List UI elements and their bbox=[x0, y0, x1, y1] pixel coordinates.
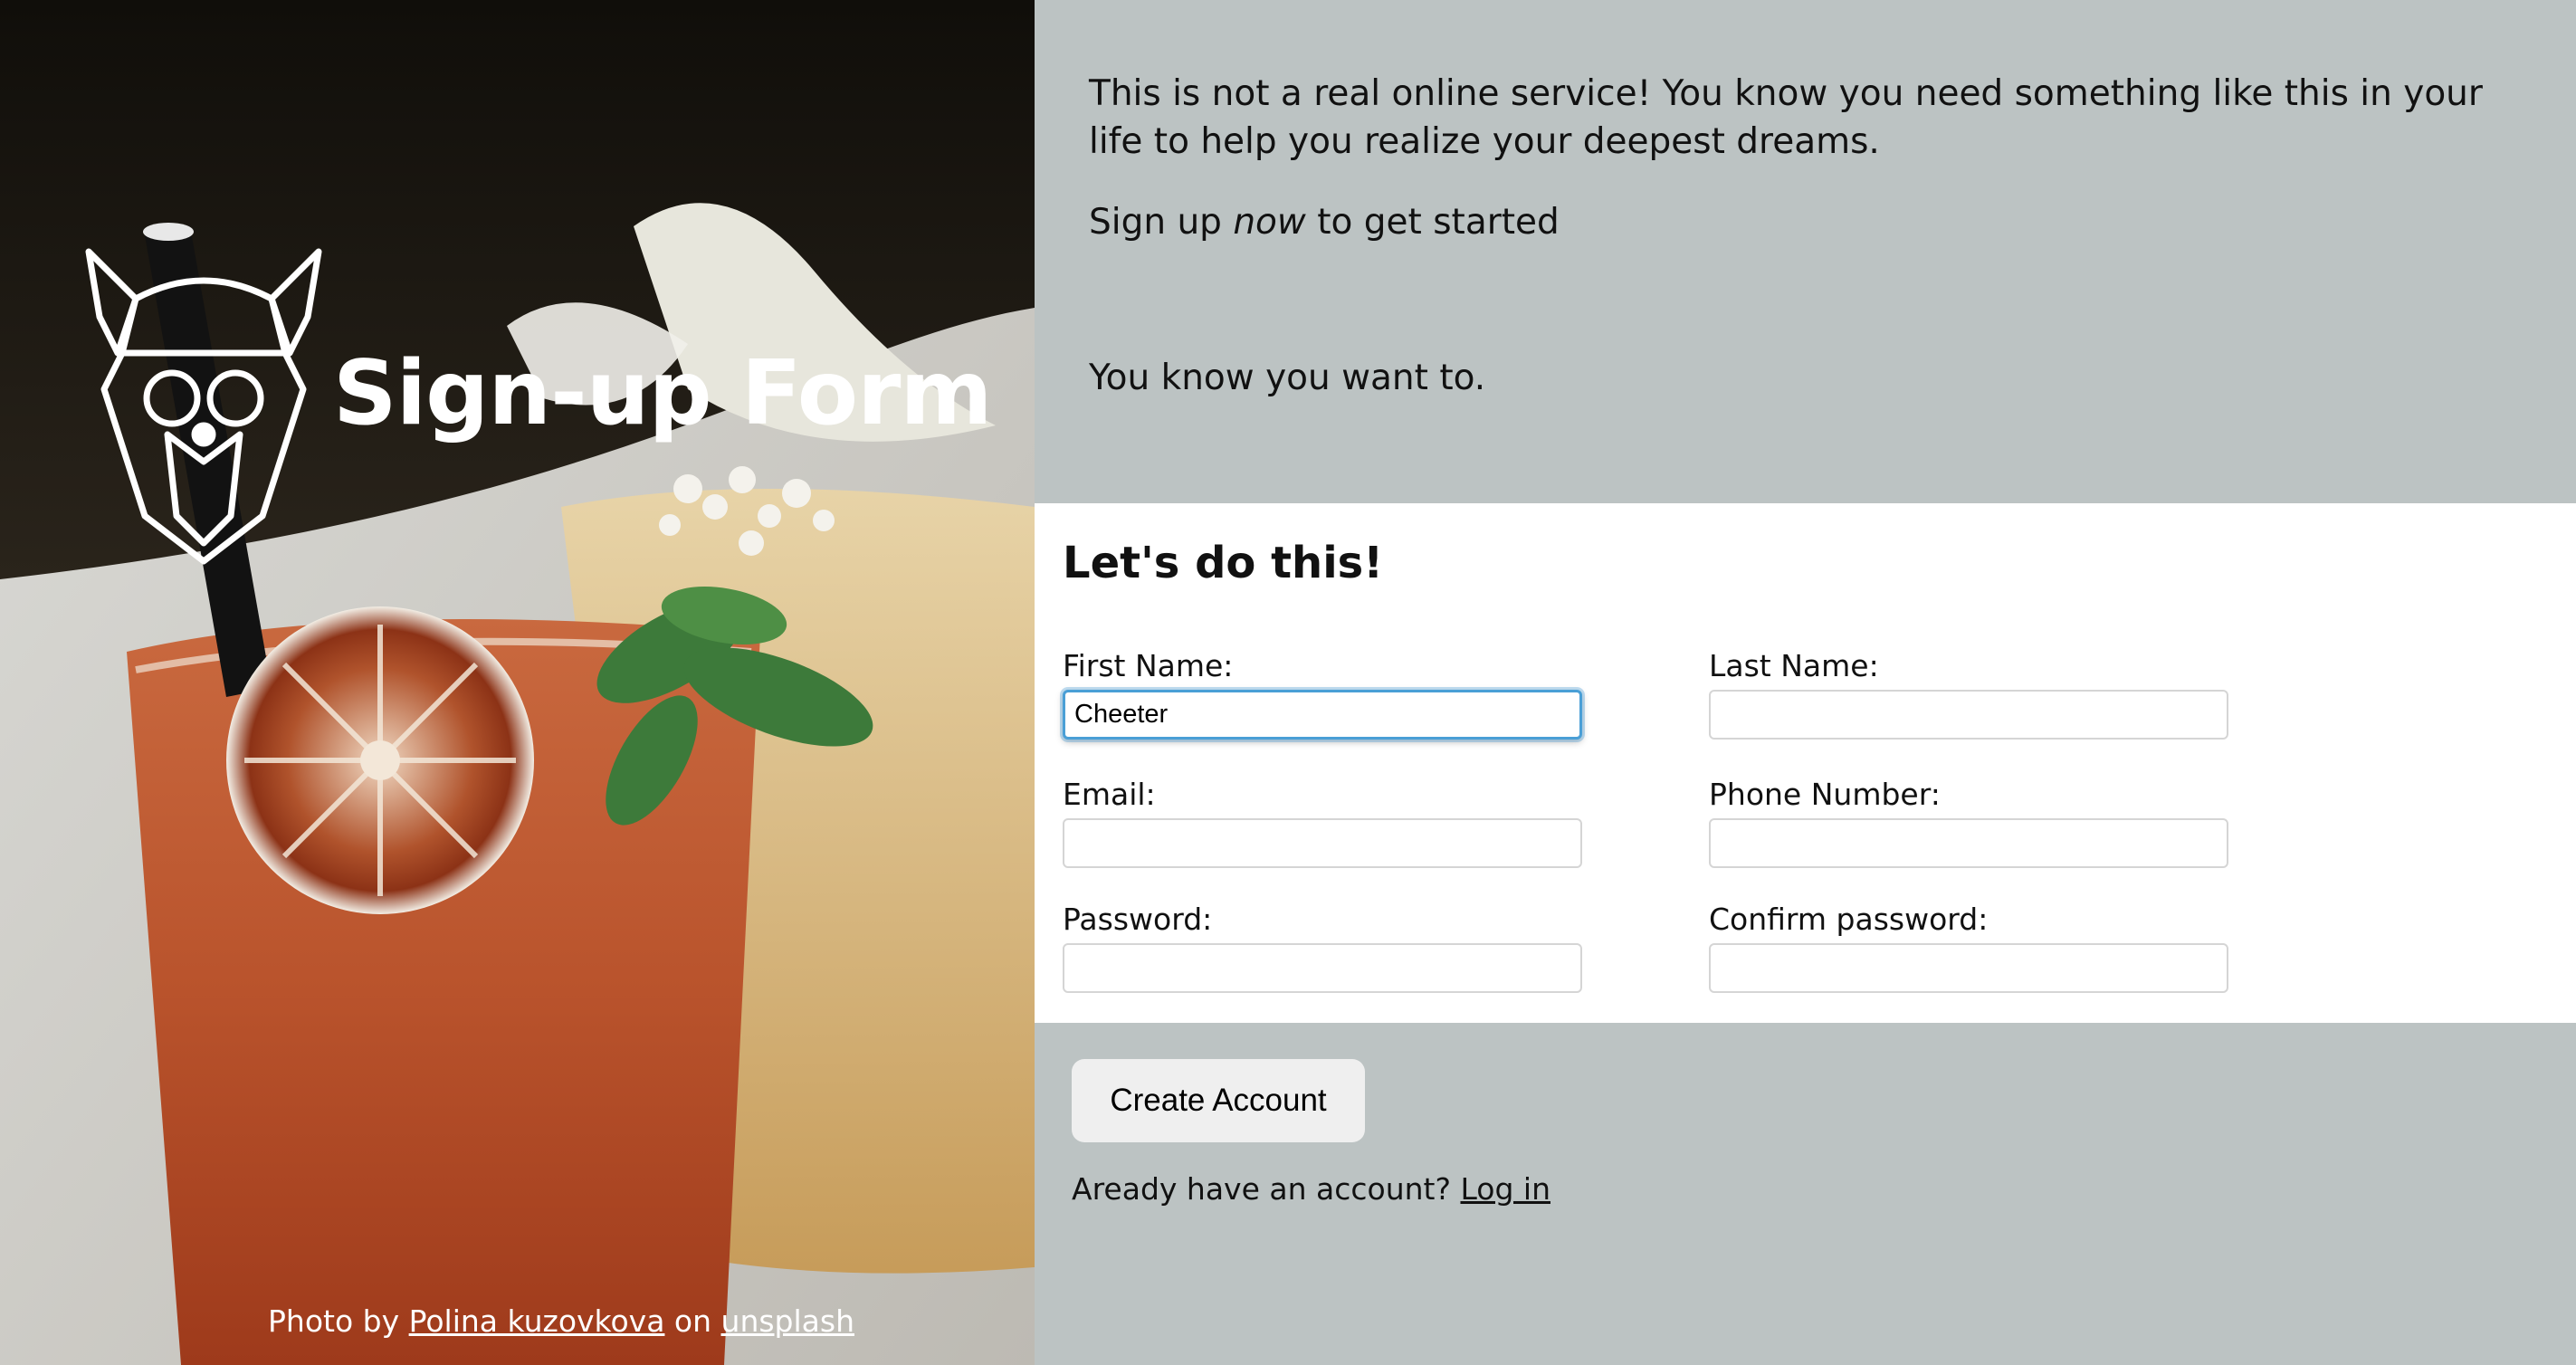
hero-panel: Sign-up Form Photo by Polina kuzovkova o… bbox=[0, 0, 1035, 1365]
credit-site-link[interactable]: unsplash bbox=[721, 1303, 854, 1339]
signup-line: Sign up now to get started bbox=[1089, 198, 2537, 246]
last-name-input[interactable] bbox=[1709, 690, 2228, 740]
create-account-button[interactable]: Create Account bbox=[1072, 1059, 1365, 1142]
viking-helmet-logo-icon bbox=[85, 248, 322, 565]
login-link[interactable]: Log in bbox=[1460, 1171, 1550, 1207]
signup-emphasis: now bbox=[1233, 202, 1306, 243]
first-name-label: First Name: bbox=[1063, 648, 1234, 683]
actions-section: Create Account Aready have an account? L… bbox=[1035, 1023, 2576, 1365]
phone-label: Phone Number: bbox=[1709, 777, 1941, 812]
email-field: Email: bbox=[1063, 777, 1582, 868]
credit-middle: on bbox=[673, 1303, 712, 1339]
confirm-password-label: Confirm password: bbox=[1709, 902, 1989, 937]
intro-closing: You know you want to. bbox=[1089, 358, 1486, 398]
photo-credit: Photo by Polina kuzovkova on unsplash bbox=[268, 1303, 854, 1339]
login-prompt: Aready have an account? bbox=[1072, 1171, 1451, 1207]
page-title: Sign-up Form bbox=[333, 342, 993, 445]
confirm-password-input[interactable] bbox=[1709, 943, 2228, 993]
last-name-label: Last Name: bbox=[1709, 648, 1879, 683]
password-input[interactable] bbox=[1063, 943, 1582, 993]
password-field: Password: bbox=[1063, 902, 1582, 993]
credit-prefix: Photo by bbox=[268, 1303, 400, 1339]
login-line: Aready have an account? Log in bbox=[1072, 1171, 1550, 1207]
email-label: Email: bbox=[1063, 777, 1156, 812]
intro-section: This is not a real online service! You k… bbox=[1035, 0, 2576, 503]
phone-field: Phone Number: bbox=[1709, 777, 2228, 868]
first-name-input[interactable] bbox=[1063, 690, 1582, 740]
signup-before: Sign up bbox=[1089, 202, 1222, 243]
first-name-field: First Name: bbox=[1063, 648, 1582, 740]
signup-after: to get started bbox=[1317, 202, 1560, 243]
confirm-password-field: Confirm password: bbox=[1709, 902, 2228, 993]
signup-form: Let's do this! First Name: Last Name: Em… bbox=[1035, 503, 2576, 1023]
last-name-field: Last Name: bbox=[1709, 648, 2228, 740]
phone-input[interactable] bbox=[1709, 818, 2228, 868]
hero-photo bbox=[0, 0, 1035, 1365]
password-label: Password: bbox=[1063, 902, 1213, 937]
email-input[interactable] bbox=[1063, 818, 1582, 868]
intro-paragraph: This is not a real online service! You k… bbox=[1089, 73, 2483, 162]
form-title: Let's do this! bbox=[1063, 538, 1384, 588]
credit-author-link[interactable]: Polina kuzovkova bbox=[409, 1303, 665, 1339]
brand: Sign-up Form bbox=[81, 244, 993, 570]
